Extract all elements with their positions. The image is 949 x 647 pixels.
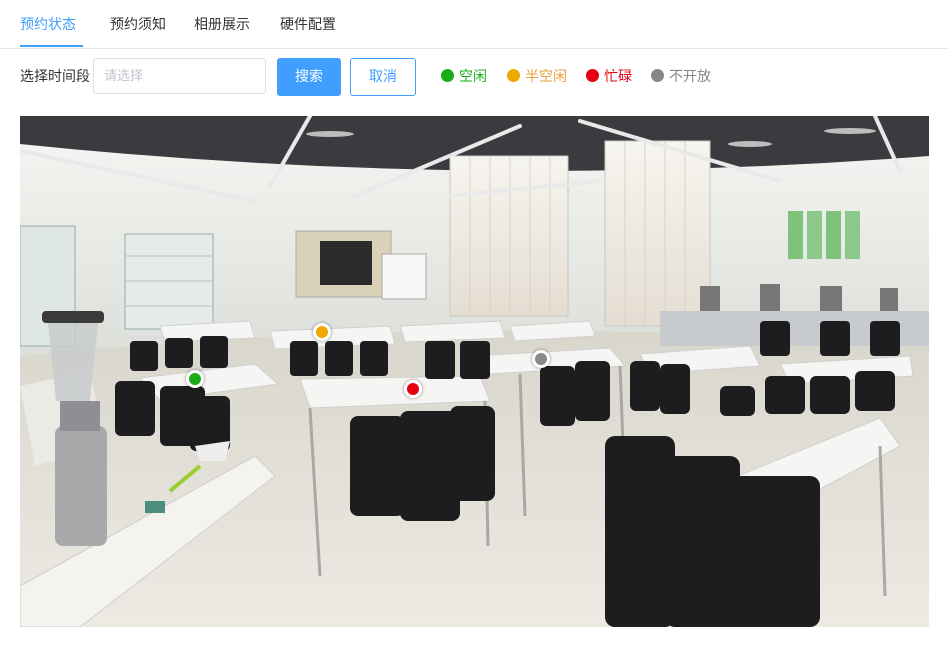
lab-panorama-image [20,116,929,627]
legend-free-dot-icon [441,69,454,82]
legend-free: 空闲 [441,58,487,96]
active-tab-indicator [20,45,83,47]
tab-booking-status[interactable]: 预约状态 [20,0,76,46]
legend-busy: 忙碌 [586,58,632,96]
toolbar: 选择时间段 搜索 取消 空闲 半空闲 忙碌 不开放 [0,58,949,96]
legend-busy-label: 忙碌 [604,69,632,85]
cancel-button[interactable]: 取消 [350,58,416,96]
legend-free-label: 空闲 [459,69,487,85]
lab-panorama-illustration [20,116,929,627]
time-range-input[interactable] [93,58,266,94]
tab-booking-notice[interactable]: 预约须知 [110,0,166,46]
seat-marker-closed[interactable] [532,350,550,368]
legend-closed-label: 不开放 [669,69,711,85]
legend-busy-dot-icon [586,69,599,82]
search-button[interactable]: 搜索 [277,58,341,96]
legend-half-free-dot-icon [507,69,520,82]
legend-closed: 不开放 [651,58,711,96]
tab-hardware[interactable]: 硬件配置 [280,0,336,46]
seat-marker-free[interactable] [186,370,204,388]
seat-marker-busy[interactable] [404,380,422,398]
time-range-label: 选择时间段 [20,69,90,85]
legend-half-free: 半空闲 [507,58,567,96]
tab-album[interactable]: 相册展示 [194,0,250,46]
tab-bar: 预约状态 预约须知 相册展示 硬件配置 [0,0,949,49]
seat-marker-half-free[interactable] [313,323,331,341]
legend-closed-dot-icon [651,69,664,82]
legend-half-free-label: 半空闲 [525,69,567,85]
